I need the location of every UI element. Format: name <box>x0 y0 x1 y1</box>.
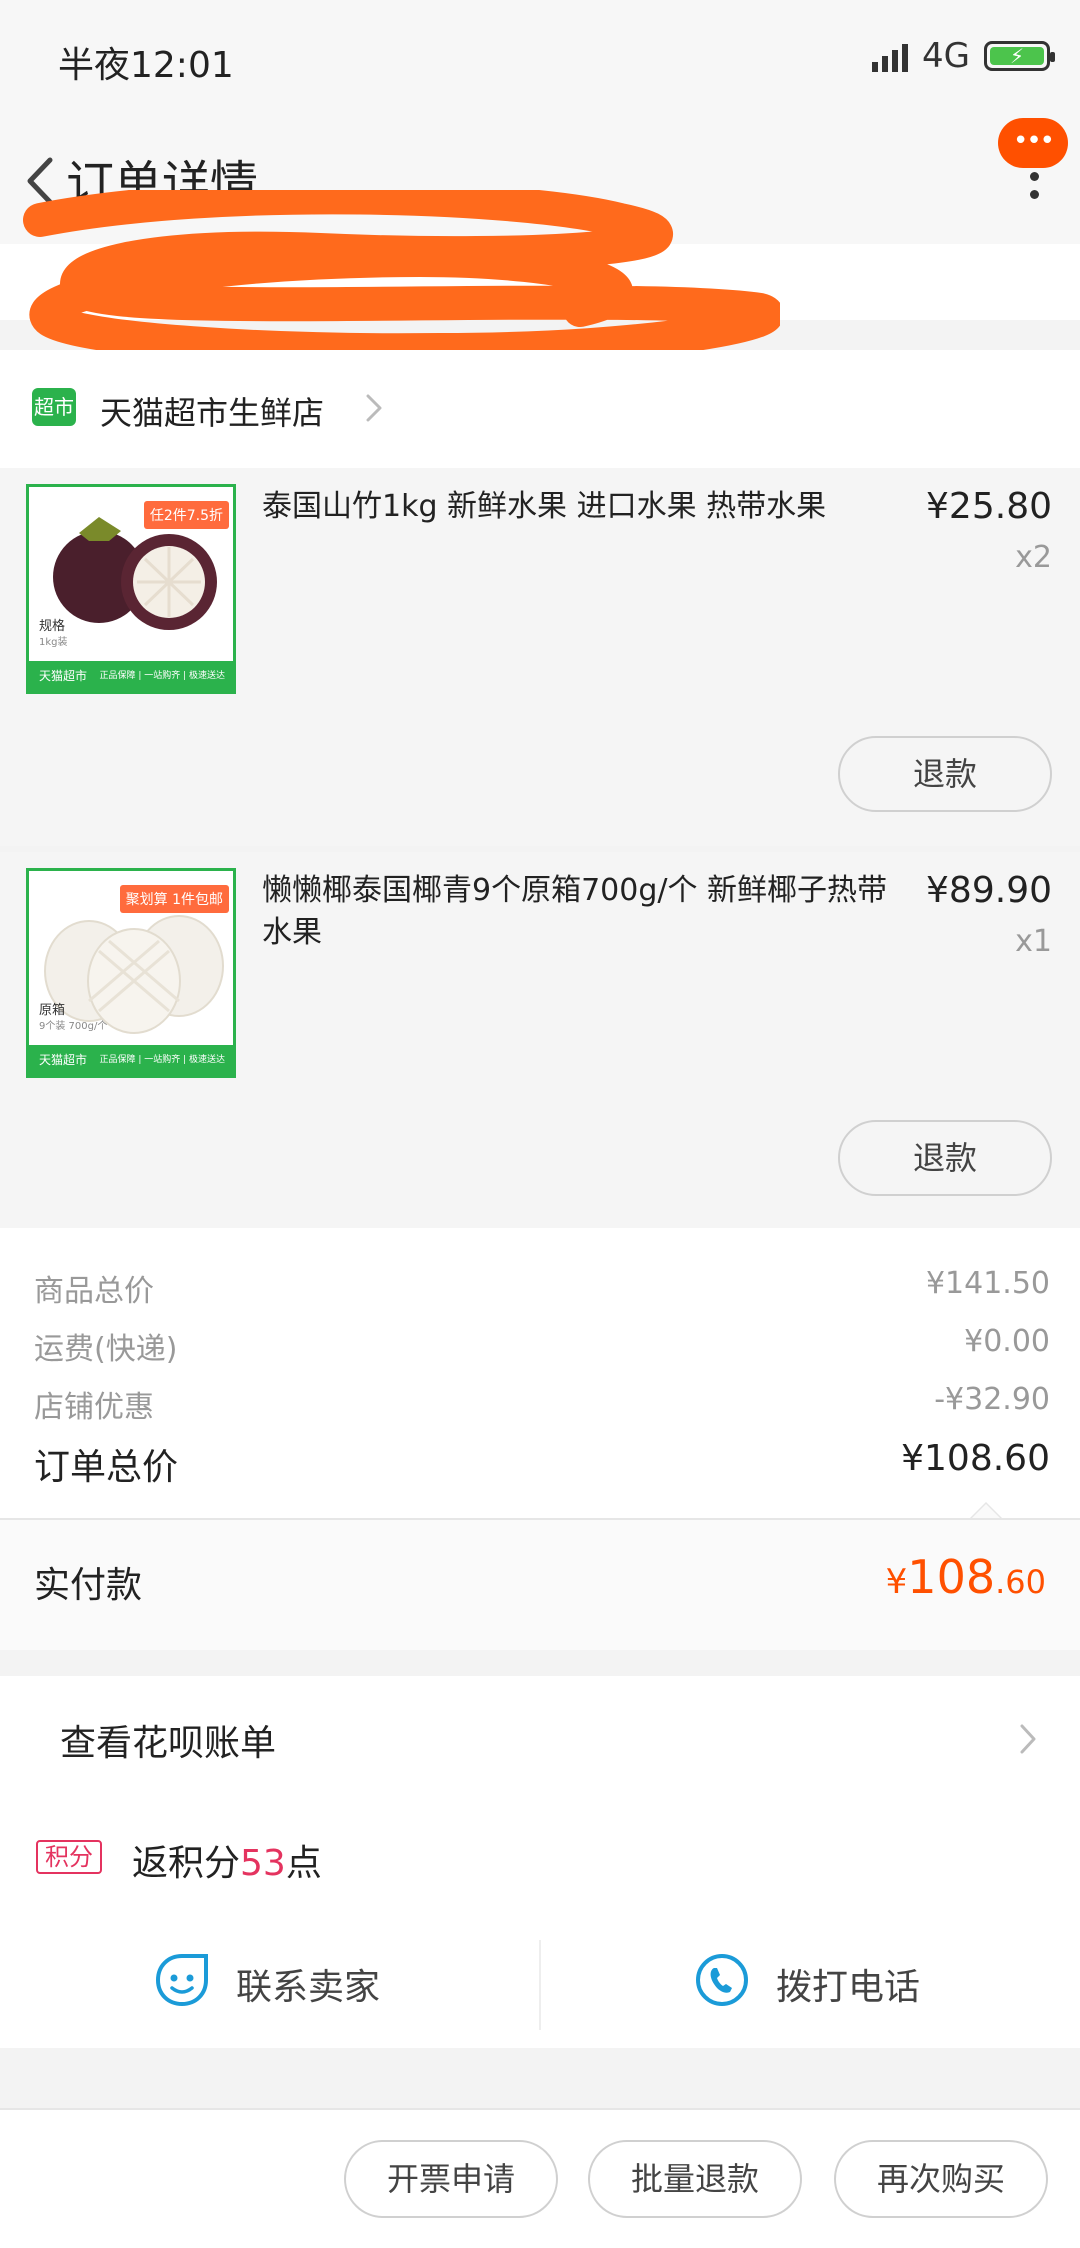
status-time: 半夜12:01 <box>58 45 234 86</box>
call-phone-label: 拨打电话 <box>776 1967 921 2008</box>
actual-paid-label: 实付款 <box>34 1565 143 1606</box>
network-type: 4G <box>922 36 970 76</box>
thumb-footer: 天猫超市 正品保障 | 一站购齐 | 极速送达 <box>29 1045 233 1075</box>
product-title[interactable]: 懒懒椰泰国椰青9个原箱700g/个 新鲜椰子热带水果 <box>262 870 910 954</box>
order-item[interactable]: 聚划算 1件包邮 原箱 9个装 700g/个 天猫超市 正品保障 | 一站购齐 … <box>0 852 1080 1230</box>
actual-paid-row: 实付款 ¥108.60 <box>0 1520 1080 1650</box>
chevron-right-icon <box>366 394 382 422</box>
product-quantity: x1 <box>1015 924 1052 959</box>
product-title[interactable]: 泰国山竹1kg 新鲜水果 进口水果 热带水果 <box>262 486 910 528</box>
batch-refund-button[interactable]: 批量退款 <box>588 2140 802 2218</box>
status-bar: 半夜12:01 4G ⚡ <box>0 0 1080 120</box>
huabei-bill-row[interactable]: 查看花呗账单 <box>0 1676 1080 1802</box>
order-total-row: 订单总价 ¥108.60 <box>34 1438 1050 1488</box>
phone-icon <box>696 1954 748 2006</box>
status-icons: 4G ⚡ <box>872 36 1055 76</box>
bottom-action-bar: 开票申请 批量退款 再次购买 <box>0 2108 1080 2248</box>
thumb-spec: 规格 1kg装 <box>39 619 68 648</box>
promo-tag: 任2件7.5折 <box>143 501 229 529</box>
battery-icon: ⚡ <box>984 41 1055 71</box>
redaction-scribble <box>23 190 780 360</box>
pointer-caret <box>970 1502 1002 1518</box>
tmall-supermarket-icon: 超市 <box>32 388 76 426</box>
points-tag: 积分 <box>36 1840 102 1874</box>
chevron-right-icon <box>1020 1724 1036 1754</box>
store-row[interactable]: 超市 天猫超市生鲜店 <box>0 350 1080 468</box>
refund-button[interactable]: 退款 <box>838 736 1052 812</box>
buy-again-button[interactable]: 再次购买 <box>834 2140 1048 2218</box>
contact-row: 联系卖家 拨打电话 <box>0 1922 1080 2048</box>
chat-bubble-icon <box>155 1954 208 2007</box>
goods-total-row: 商品总价 ¥141.50 <box>34 1266 1050 1309</box>
more-options-icon[interactable] <box>1030 172 1040 202</box>
huabei-bill-label: 查看花呗账单 <box>60 1723 277 1764</box>
actual-paid-amount: ¥108.60 <box>885 1550 1046 1604</box>
points-row: 积分 返积分53点 <box>0 1802 1080 1922</box>
thumb-spec: 原箱 9个装 700g/个 <box>39 1003 108 1032</box>
signal-icon <box>872 40 909 72</box>
invoice-request-button[interactable]: 开票申请 <box>344 2140 558 2218</box>
thumb-footer: 天猫超市 正品保障 | 一站购齐 | 极速送达 <box>29 661 233 691</box>
points-text: 返积分53点 <box>132 1843 322 1884</box>
actions-card: 查看花呗账单 积分 返积分53点 联系卖家 拨打电话 <box>0 1676 1080 2048</box>
call-phone-button[interactable]: 拨打电话 <box>540 1922 1080 2048</box>
message-badge[interactable]: ••• <box>998 118 1068 168</box>
promo-tag: 聚划算 1件包邮 <box>119 885 229 913</box>
product-price: ¥25.80 <box>926 486 1052 527</box>
contact-seller-label: 联系卖家 <box>236 1967 381 2008</box>
order-item[interactable]: 任2件7.5折 规格 1kg装 天猫超市 正品保障 | 一站购齐 | 极速送达 … <box>0 468 1080 846</box>
price-summary: 商品总价 ¥141.50 运费(快递) ¥0.00 店铺优惠 -¥32.90 订单总价… <box>0 1228 1080 1518</box>
refund-button[interactable]: 退款 <box>838 1120 1052 1196</box>
store-name: 天猫超市生鲜店 <box>100 394 325 432</box>
contact-seller-button[interactable]: 联系卖家 <box>0 1922 540 2048</box>
product-price: ¥89.90 <box>926 870 1052 911</box>
product-image-coconut[interactable]: 聚划算 1件包邮 原箱 9个装 700g/个 天猫超市 正品保障 | 一站购齐 … <box>26 868 236 1078</box>
product-image-mangosteen[interactable]: 任2件7.5折 规格 1kg装 天猫超市 正品保障 | 一站购齐 | 极速送达 <box>26 484 236 694</box>
shipping-row: 运费(快递) ¥0.00 <box>34 1324 1050 1367</box>
product-quantity: x2 <box>1015 540 1052 575</box>
store-discount-row: 店铺优惠 -¥32.90 <box>34 1382 1050 1425</box>
